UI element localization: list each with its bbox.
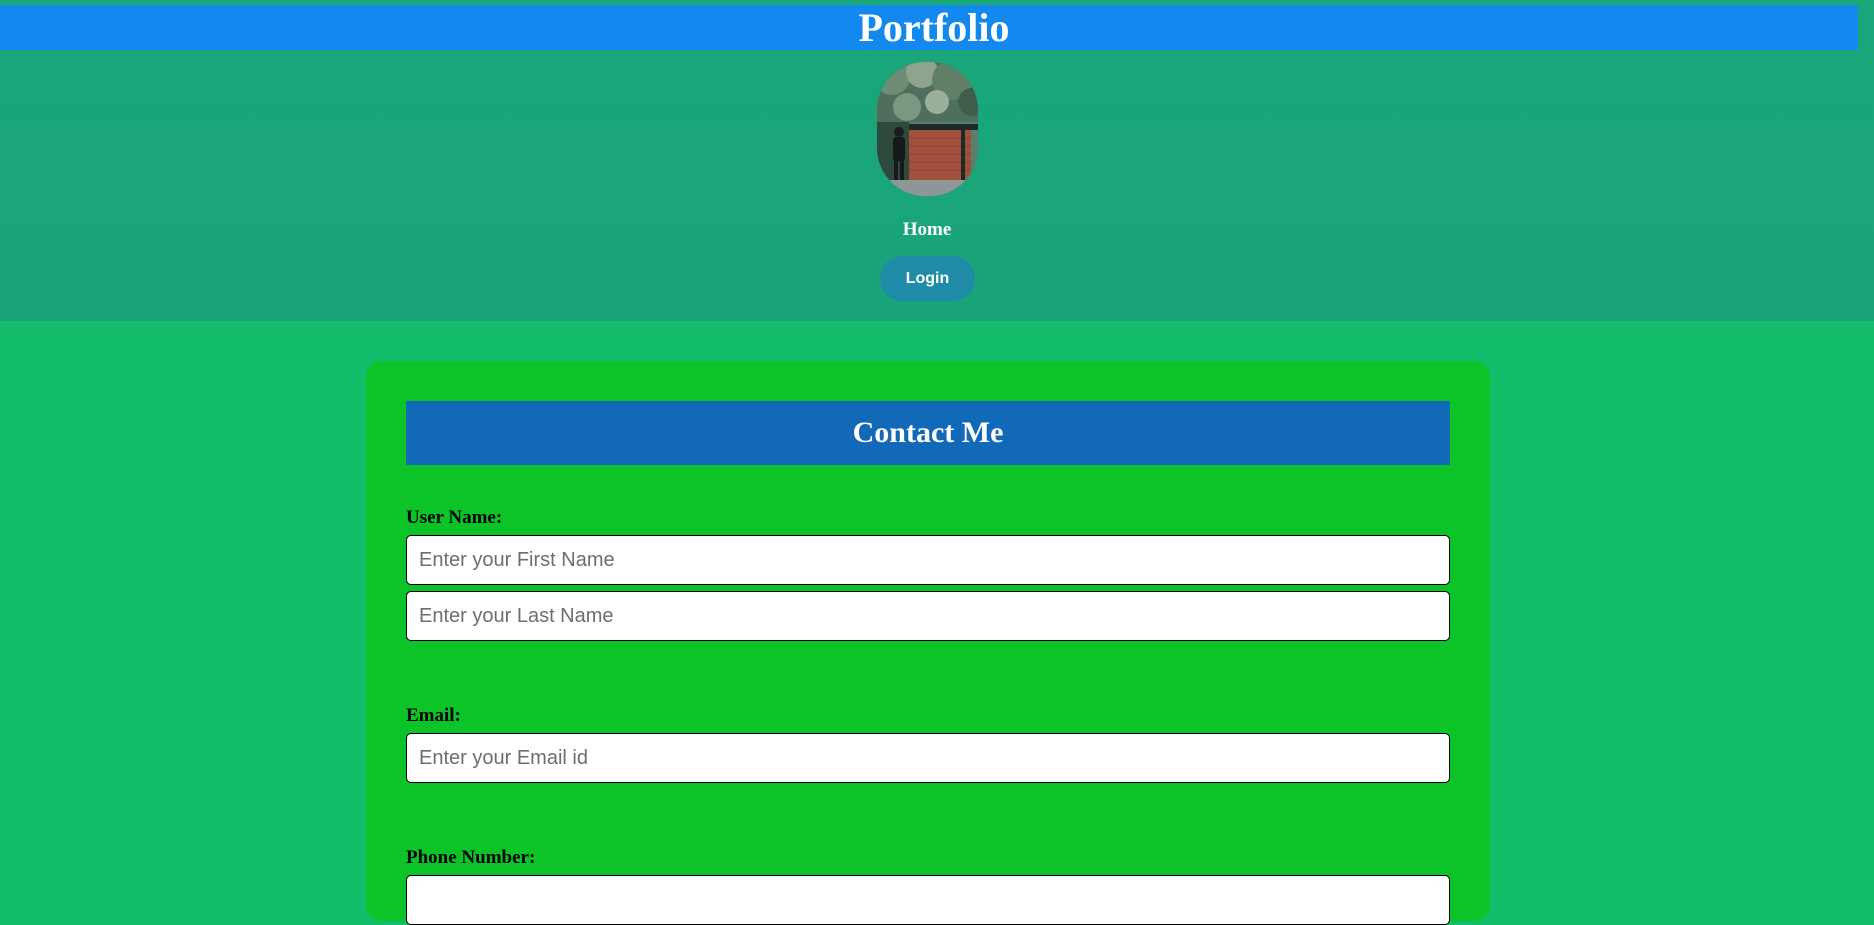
login-button[interactable]: Login [880,256,975,301]
last-name-input[interactable] [406,591,1450,641]
contact-card: Contact Me User Name: Email: Phone Numbe… [366,361,1490,925]
phone-number-label: Phone Number: [406,847,536,868]
user-name-label: User Name: [406,507,503,528]
phone-number-input[interactable] [406,875,1450,925]
page-title: Portfolio [858,5,1010,50]
nav-home-link[interactable]: Home [0,219,1854,241]
title-bar: Portfolio [0,5,1858,50]
email-input[interactable] [406,733,1450,783]
email-label: Email: [406,705,461,726]
profile-photo-icon [877,62,978,196]
avatar [877,62,978,196]
contact-header: Contact Me [406,401,1450,465]
contact-heading: Contact Me [852,416,1004,449]
first-name-input[interactable] [406,535,1450,585]
